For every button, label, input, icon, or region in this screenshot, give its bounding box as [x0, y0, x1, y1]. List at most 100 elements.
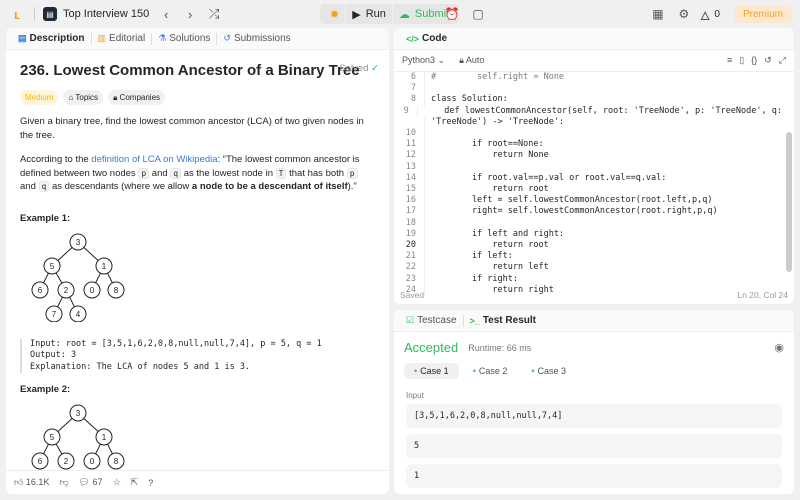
dislike-icon[interactable]: 👎︎	[59, 477, 68, 488]
svg-text:3: 3	[76, 409, 81, 418]
input-root-value: [3,5,1,6,2,0,8,null,null,7,4]	[406, 404, 782, 428]
code-line[interactable]: 16 left = self.lowestCommonAncestor(root…	[394, 195, 782, 207]
run-button[interactable]: ▶ Run	[346, 4, 392, 24]
tab-description[interactable]: ▤ Description	[12, 28, 91, 50]
line-number: 10	[405, 128, 416, 139]
code-line[interactable]: 9 def lowestCommonAncestor(self, root: '…	[394, 105, 782, 117]
bookmark-icon[interactable]: ▯	[739, 55, 744, 66]
auto-mode-toggle[interactable]: 🔒︎ Auto	[459, 55, 484, 66]
tab-testcase[interactable]: ☑ Testcase	[400, 310, 463, 332]
like-button[interactable]: 👍︎ 16.1K	[14, 477, 49, 488]
fire-icon[interactable]: 🜂 0	[700, 4, 720, 24]
share-icon[interactable]: ⇱	[131, 477, 139, 488]
description-panel: ▤ Description ▥ Editorial ⚗ Solutions ↺ Subm…	[6, 28, 389, 494]
code-line[interactable]: 17 right= self.lowestCommonAncestor(root…	[394, 206, 782, 218]
code-text: if left and right:	[424, 228, 564, 241]
code-text: def lowestCommonAncestor(self, root: 'Tr…	[416, 105, 782, 117]
code-line[interactable]: 20 return root	[394, 240, 782, 252]
language-select[interactable]: Python3 ⌄	[402, 55, 445, 66]
play-icon: ▶	[352, 8, 361, 21]
code-line[interactable]: 7	[394, 83, 782, 95]
case-tab-1[interactable]: • Case 1	[404, 363, 459, 379]
editor-scrollbar[interactable]	[786, 132, 792, 272]
result-status: Accepted	[404, 340, 459, 355]
tab-submissions[interactable]: ↺ Submissions	[217, 28, 296, 50]
braces-icon[interactable]: {}	[751, 55, 757, 66]
line-number	[394, 117, 424, 128]
code-line[interactable]: 15 return root	[394, 184, 782, 196]
document-icon: ▤	[18, 33, 27, 43]
svg-text:8: 8	[114, 286, 119, 295]
result-tabs: ☑ Testcase >_ Test Result	[394, 310, 794, 332]
code-editor[interactable]: 6 # self.right = None 7 8 class Solution: 9 d…	[394, 72, 782, 304]
star-icon[interactable]: ☆	[113, 477, 121, 488]
shuffle-icon[interactable]: ⤮	[207, 6, 221, 22]
gear-icon[interactable]: ⚙	[674, 4, 694, 24]
code-text	[424, 161, 431, 173]
code-line[interactable]: 22 return left	[394, 262, 782, 274]
svg-text:3: 3	[76, 238, 81, 247]
problem-list-title[interactable]: Top Interview 150	[63, 8, 149, 20]
check-circle-icon: ✓	[371, 63, 379, 74]
chevron-right-icon[interactable]: ›	[183, 7, 197, 22]
code-line[interactable]: 18	[394, 217, 782, 229]
description-tabs: ▤ Description ▥ Editorial ⚗ Solutions ↺ Subm…	[6, 28, 389, 50]
line-number: 11	[405, 139, 416, 150]
code-line[interactable]: 'TreeNode') -> 'TreeNode':	[394, 116, 782, 129]
case-tab-3[interactable]: • Case 3	[521, 363, 576, 379]
code-line[interactable]: 8 class Solution:	[394, 94, 782, 106]
code-icon: </>	[406, 33, 420, 44]
premium-button[interactable]: Premium	[733, 5, 792, 23]
svg-text:2: 2	[64, 457, 69, 466]
input-p-value: 5	[406, 434, 782, 458]
companies-chip[interactable]: 🔒︎ Companies	[108, 89, 166, 106]
problem-list-icon[interactable]: ▤	[43, 7, 57, 21]
svg-text:1: 1	[102, 433, 107, 442]
code-line[interactable]: 14 if root.val==p.val or root.val==q.val…	[394, 172, 782, 185]
code-header: </> Code	[394, 28, 794, 50]
line-number: 15	[405, 184, 416, 195]
code-line[interactable]: 11 if root==None:	[394, 139, 782, 151]
line-number: 14	[405, 172, 416, 183]
svg-text:8: 8	[114, 457, 119, 466]
tab-editorial[interactable]: ▥ Editorial	[92, 28, 152, 50]
code-line[interactable]: 12 return None	[394, 150, 782, 162]
code-line[interactable]: 19 if left and right:	[394, 228, 782, 241]
comments-button[interactable]: 💬︎ 67	[79, 477, 103, 488]
layout-icon[interactable]: ▦	[648, 4, 668, 24]
code-line[interactable]: 21 if left:	[394, 251, 782, 263]
code-text: left = self.lowestCommonAncestor(root.le…	[424, 195, 712, 207]
list-icon[interactable]: ≡	[727, 55, 732, 66]
case-tab-2[interactable]: • Case 2	[463, 363, 518, 379]
timer-icon[interactable]: ⏰	[442, 4, 462, 24]
tab-test-result[interactable]: >_ Test Result	[464, 310, 542, 332]
flask-icon: ⚗	[158, 33, 167, 43]
help-icon[interactable]: ?	[148, 478, 153, 488]
logo-icon[interactable]: ʟ	[8, 5, 26, 23]
tab-code[interactable]: </> Code	[400, 28, 453, 50]
code-line[interactable]: 10	[394, 128, 782, 140]
expand-icon[interactable]: ⤢	[779, 55, 786, 66]
topics-chip[interactable]: ⌂ Topics	[63, 89, 104, 106]
note-icon[interactable]: ▢	[468, 4, 488, 24]
tab-solutions[interactable]: ⚗ Solutions	[152, 28, 216, 50]
input-label: Input	[406, 391, 424, 400]
code-panel: </> Code Python3 ⌄ 🔒︎ Auto ≡ ▯ {} ↺ ⤢ 6 # …	[394, 28, 794, 304]
chevron-left-icon[interactable]: ‹	[159, 7, 173, 22]
code-line[interactable]: 23 if right:	[394, 273, 782, 285]
eye-icon[interactable]: ◉	[774, 341, 784, 354]
editor-toolbar: Python3 ⌄ 🔒︎ Auto ≡ ▯ {} ↺ ⤢	[394, 50, 794, 72]
thumbs-up-icon: 👍︎	[14, 477, 24, 487]
runtime-text: Runtime: 66 ms	[468, 342, 532, 353]
debug-button[interactable]: ✹	[324, 4, 345, 24]
wikipedia-link[interactable]: definition of LCA on Wikipedia	[91, 154, 217, 165]
reset-icon[interactable]: ↺	[764, 55, 772, 66]
svg-text:0: 0	[90, 457, 95, 466]
editor-status: Saved Ln 20, Col 24	[400, 290, 788, 300]
code-line[interactable]: 6 # self.right = None	[394, 72, 782, 84]
svg-text:7: 7	[52, 310, 57, 319]
code-line[interactable]: 13	[394, 161, 782, 173]
example-2-tree-image: 3 5 1 6 2 0 8	[31, 404, 125, 470]
difficulty-badge[interactable]: Medium	[20, 89, 59, 106]
book-icon: ▥	[97, 33, 107, 43]
